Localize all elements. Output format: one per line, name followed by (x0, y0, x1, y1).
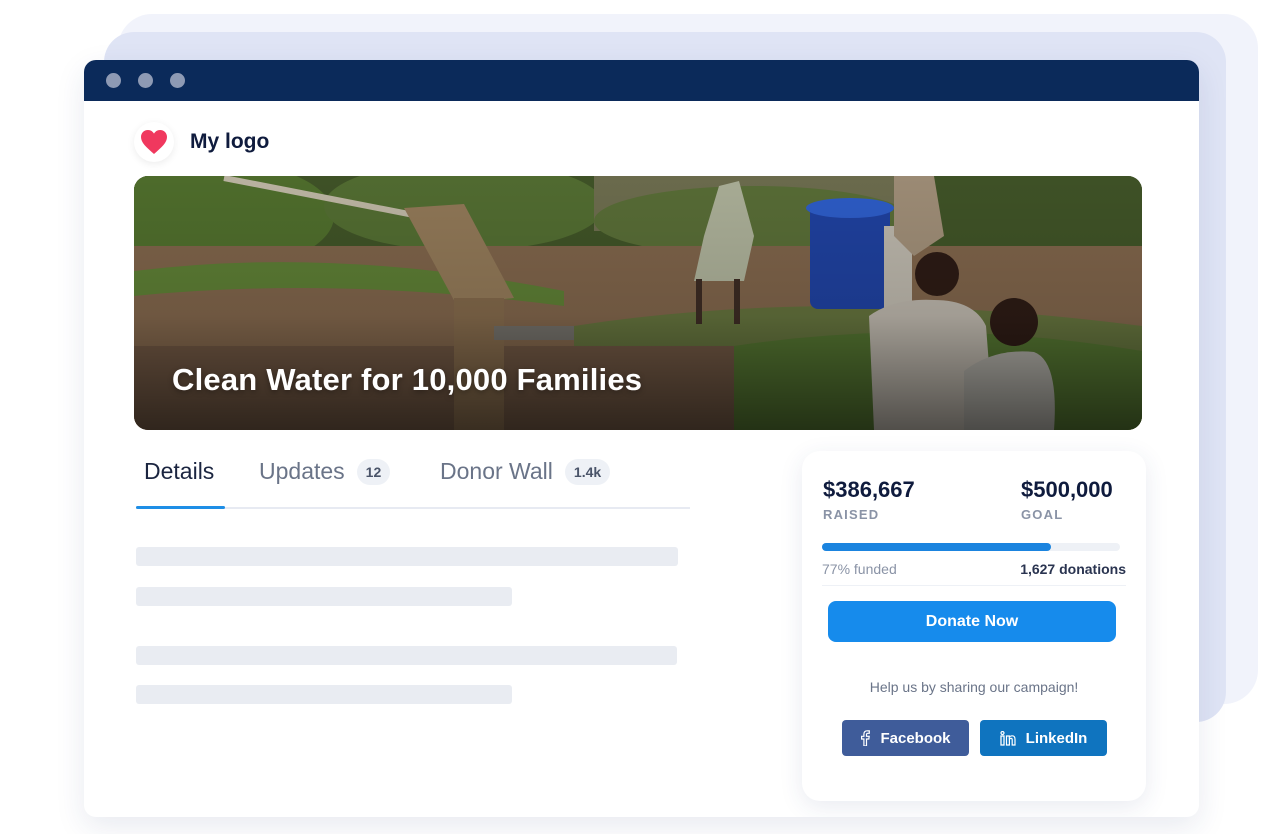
tab-donor-wall[interactable]: Donor Wall 1.4k (440, 458, 611, 485)
tab-label: Updates (259, 458, 345, 484)
raised-label: RAISED (823, 507, 880, 522)
facebook-icon (860, 730, 871, 746)
browser-window: My logo Clean Water for 10,000 Families … (84, 60, 1199, 817)
hero-title: Clean Water for 10,000 Families (172, 362, 643, 397)
skeleton-line (136, 587, 512, 606)
skeleton-line (136, 547, 678, 566)
window-dot-close[interactable] (106, 73, 121, 88)
tab-updates[interactable]: Updates 12 (259, 458, 391, 485)
skeleton-line (136, 685, 512, 704)
card-divider (822, 585, 1126, 586)
tab-count-badge: 12 (356, 458, 391, 485)
heart-icon (141, 130, 167, 154)
donation-card: $386,667 RAISED $500,000 GOAL 77% funded… (802, 451, 1146, 801)
facebook-label: Facebook (880, 729, 951, 747)
linkedin-label: LinkedIn (1025, 729, 1088, 747)
tab-count-badge: 1.4k (564, 458, 611, 485)
donate-now-button[interactable]: Donate Now (828, 601, 1116, 642)
window-dot-minimize[interactable] (138, 73, 153, 88)
facebook-share-button[interactable]: Facebook (842, 720, 969, 756)
window-titlebar (84, 60, 1199, 101)
tab-label: Donor Wall (440, 458, 553, 484)
site-logo[interactable]: My logo (134, 122, 269, 162)
logo-text: My logo (190, 130, 270, 153)
tab-details[interactable]: Details (144, 458, 214, 485)
funding-progress-fill (822, 543, 1052, 551)
tab-bar: Details Updates 12 Donor Wall 1.4k (136, 450, 690, 509)
hero-banner: Clean Water for 10,000 Families (134, 176, 1142, 430)
skeleton-line (136, 646, 677, 665)
funding-progress-bar (822, 543, 1120, 551)
goal-amount: $500,000 (1021, 477, 1113, 502)
active-tab-indicator (136, 506, 225, 509)
window-dot-maximize[interactable] (170, 73, 185, 88)
logo-badge (134, 122, 174, 162)
linkedin-share-button[interactable]: LinkedIn (980, 720, 1107, 756)
funded-percent: 77% funded (822, 561, 897, 577)
goal-label: GOAL (1021, 507, 1064, 522)
linkedin-icon (1000, 730, 1016, 746)
tab-label: Details (144, 458, 215, 484)
donation-count: 1,627 donations (1020, 561, 1126, 577)
share-prompt: Help us by sharing our campaign! (869, 679, 1079, 695)
raised-amount: $386,667 (823, 477, 915, 502)
